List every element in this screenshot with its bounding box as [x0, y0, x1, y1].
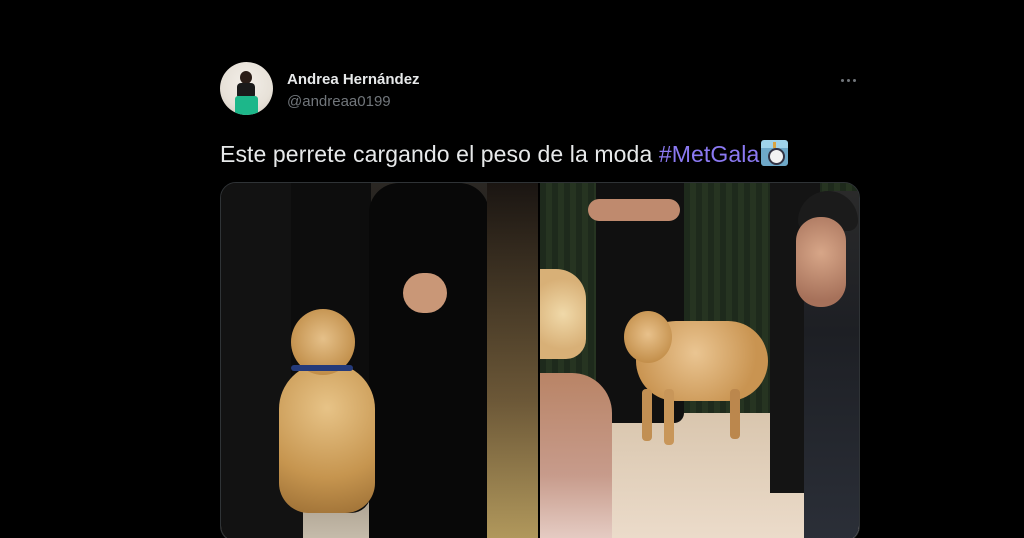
- hashtag-link[interactable]: #MetGala: [659, 141, 760, 167]
- media-photo-left[interactable]: [221, 183, 538, 538]
- author-name[interactable]: Andrea Hernández: [287, 71, 420, 88]
- avatar[interactable]: [220, 62, 273, 115]
- more-icon[interactable]: [836, 70, 860, 90]
- tweet-body: Este perrete cargando el peso de la moda: [220, 141, 659, 167]
- author-handle[interactable]: @andreaa0199: [287, 93, 391, 110]
- media-photo-right[interactable]: [540, 183, 859, 538]
- tweet-text: Este perrete cargando el peso de la moda…: [220, 140, 789, 168]
- dog-sitting: [279, 363, 375, 513]
- tweet-header: Andrea Hernández @andreaa0199: [220, 62, 860, 118]
- tweet[interactable]: Andrea Hernández @andreaa0199 Este perre…: [220, 58, 860, 538]
- tweet-media: [220, 182, 860, 538]
- camera-with-flash-icon: [761, 140, 789, 166]
